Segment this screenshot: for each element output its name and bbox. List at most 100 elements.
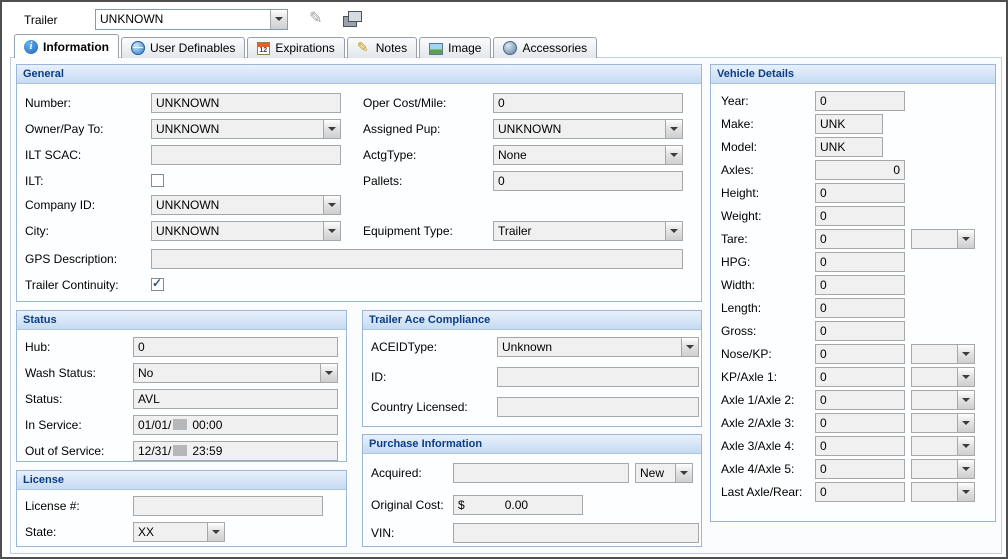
model-label: Model: — [721, 137, 757, 157]
state-dropdown[interactable]: XX — [133, 522, 225, 542]
copy-icon[interactable] — [343, 11, 361, 26]
dropdown-button[interactable] — [270, 10, 287, 29]
length-field[interactable]: 0 — [815, 298, 905, 318]
dropdown-button[interactable] — [957, 230, 974, 248]
out-of-service-time: 23:59 — [192, 444, 222, 458]
dropdown-button[interactable] — [323, 196, 340, 214]
dropdown-button[interactable] — [957, 414, 974, 432]
dropdown-button[interactable] — [665, 146, 682, 164]
country-licensed-label: Country Licensed: — [371, 397, 468, 417]
company-id-dropdown[interactable]: UNKNOWN — [151, 195, 341, 215]
chevron-down-icon — [962, 444, 970, 448]
assigned-pup-dropdown[interactable]: UNKNOWN — [493, 119, 683, 139]
dropdown-button[interactable] — [320, 364, 337, 382]
dropdown-button[interactable] — [207, 523, 224, 541]
nose_kp-field[interactable]: 0 — [815, 344, 905, 364]
dropdown-button[interactable] — [957, 483, 974, 501]
nose_kp-unit-dropdown[interactable] — [911, 344, 975, 364]
width-field[interactable]: 0 — [815, 275, 905, 295]
acquired-field[interactable] — [453, 463, 629, 483]
ilt-checkbox[interactable] — [151, 174, 164, 187]
tab-information[interactable]: Information — [14, 34, 119, 58]
license-number-field[interactable] — [133, 496, 323, 516]
tab-notes[interactable]: Notes — [347, 37, 417, 58]
axle_3_axle_4-unit-dropdown[interactable] — [911, 436, 975, 456]
hpg-field[interactable]: 0 — [815, 252, 905, 272]
trailer-selector-dropdown[interactable]: UNKNOWN — [95, 9, 288, 30]
axle_1_axle_2-unit-dropdown[interactable] — [911, 390, 975, 410]
axle_4_axle_5-unit-dropdown[interactable] — [911, 459, 975, 479]
tare-field[interactable]: 0 — [815, 229, 905, 249]
axle_3_axle_4-field[interactable]: 0 — [815, 436, 905, 456]
dropdown-button[interactable] — [675, 464, 692, 482]
axle_4_axle_5-label: Axle 4/Axle 5: — [721, 459, 794, 479]
tab-label: User Definables — [150, 41, 235, 55]
ace-id-field[interactable] — [497, 367, 699, 387]
chevron-down-icon — [328, 229, 336, 233]
kp_axle_1-field[interactable]: 0 — [815, 367, 905, 387]
owner-pay-to-dropdown[interactable]: UNKNOWN — [151, 119, 341, 139]
oper-cost-mile-field[interactable]: 0 — [493, 93, 683, 113]
dropdown-button[interactable] — [665, 222, 682, 240]
wash-status-dropdown[interactable]: No — [133, 363, 338, 383]
trailer-continuity-checkbox[interactable] — [151, 278, 164, 291]
dropdown-button[interactable] — [681, 338, 698, 356]
axle_2_axle_3-field[interactable]: 0 — [815, 413, 905, 433]
tab-label: Expirations — [275, 41, 334, 55]
acquired-condition-dropdown[interactable]: New — [635, 463, 693, 483]
assigned-pup-value: UNKNOWN — [498, 122, 561, 136]
model-field[interactable]: UNK — [815, 137, 883, 157]
ilt-scac-field[interactable] — [151, 145, 341, 165]
city-value: UNKNOWN — [156, 224, 219, 238]
dropdown-button[interactable] — [957, 437, 974, 455]
pallets-field[interactable]: 0 — [493, 171, 683, 191]
height-field[interactable]: 0 — [815, 183, 905, 203]
year-field[interactable]: 0 — [815, 91, 905, 111]
state-value: XX — [138, 525, 154, 539]
make-field[interactable]: UNK — [815, 114, 883, 134]
in-service-field[interactable]: 01/01/00:00 — [133, 415, 338, 435]
owner-pay-to-label: Owner/Pay To: — [25, 119, 103, 139]
out-of-service-field[interactable]: 12/31/23:59 — [133, 441, 338, 461]
dropdown-button[interactable] — [323, 222, 340, 240]
dropdown-button[interactable] — [957, 460, 974, 478]
kp_axle_1-unit-dropdown[interactable] — [911, 367, 975, 387]
chevron-down-icon — [962, 237, 970, 241]
last_axle_rear-field[interactable]: 0 — [815, 482, 905, 502]
country-licensed-field[interactable] — [497, 397, 699, 417]
hub-field[interactable]: 0 — [133, 337, 338, 357]
last_axle_rear-unit-dropdown[interactable] — [911, 482, 975, 502]
tab-user-definables[interactable]: User Definables — [121, 37, 245, 58]
dropdown-button[interactable] — [665, 120, 682, 138]
acquired-condition-value: New — [640, 466, 664, 480]
dropdown-button[interactable] — [957, 391, 974, 409]
hpg-label: HPG: — [721, 252, 750, 272]
dropdown-button[interactable] — [957, 345, 974, 363]
note-icon — [357, 41, 371, 55]
axle_2_axle_3-unit-dropdown[interactable] — [911, 413, 975, 433]
tare-unit-dropdown[interactable] — [911, 229, 975, 249]
aceid-type-dropdown[interactable]: Unknown — [497, 337, 699, 357]
original-cost-field[interactable]: $0.00 — [453, 495, 583, 515]
original-cost-value: 0.00 — [505, 498, 528, 512]
weight-field[interactable]: 0 — [815, 206, 905, 226]
number-field[interactable]: UNKNOWN — [151, 93, 341, 113]
nose_kp-label: Nose/KP: — [721, 344, 772, 364]
chevron-down-icon — [328, 203, 336, 207]
gps-description-field[interactable] — [151, 249, 683, 269]
edit-icon[interactable]: ✎ — [309, 8, 322, 28]
tab-accessories[interactable]: Accessories — [493, 37, 597, 58]
axles-field[interactable]: 0 — [815, 160, 905, 180]
dropdown-button[interactable] — [323, 120, 340, 138]
tab-expirations[interactable]: Expirations — [247, 37, 344, 58]
gross-field[interactable]: 0 — [815, 321, 905, 341]
axle_4_axle_5-field[interactable]: 0 — [815, 459, 905, 479]
equipment-type-dropdown[interactable]: Trailer — [493, 221, 683, 241]
city-dropdown[interactable]: UNKNOWN — [151, 221, 341, 241]
dropdown-button[interactable] — [957, 368, 974, 386]
axle_1_axle_2-field[interactable]: 0 — [815, 390, 905, 410]
tab-image[interactable]: Image — [419, 37, 491, 58]
status-field[interactable]: AVL — [133, 389, 338, 409]
vin-field[interactable] — [453, 523, 699, 543]
actg-type-dropdown[interactable]: None — [493, 145, 683, 165]
